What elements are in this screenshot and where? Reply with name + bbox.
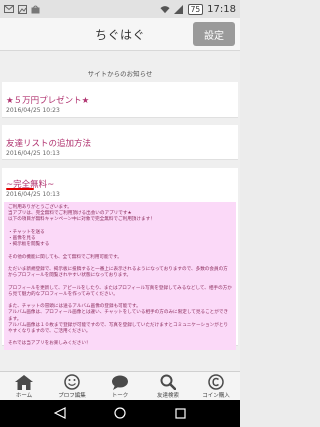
search-icon xyxy=(159,374,177,390)
nav-label: トーク xyxy=(111,393,129,399)
recents-icon[interactable] xyxy=(175,404,186,423)
chat-bubble-icon xyxy=(111,374,129,390)
home-circle-icon[interactable] xyxy=(114,404,127,423)
notice-date: 2016/04/25 10:23 xyxy=(6,107,60,114)
nav-label: コイン購入 xyxy=(202,393,230,399)
nav-label: ホーム xyxy=(15,393,33,399)
notice-item-expanded[interactable]: ~完全無料~ 2016/04/25 10:13 ご利用ありがとうございます。 当… xyxy=(2,168,238,350)
nav-friend-search[interactable]: 友達検索 xyxy=(144,372,192,400)
nav-talk[interactable]: トーク xyxy=(96,372,144,400)
notice-date: 2016/04/25 10:13 xyxy=(6,191,60,198)
nav-home[interactable]: ホーム xyxy=(0,372,48,400)
nav-label: プロフ編集 xyxy=(58,393,86,399)
home-icon xyxy=(15,374,33,390)
coin-icon xyxy=(207,374,225,390)
notice-item[interactable]: ★５万円プレゼント★ 2016/04/25 10:23 xyxy=(2,82,238,118)
status-bar: 75 17:18 xyxy=(0,0,240,18)
back-icon[interactable] xyxy=(53,404,66,423)
battery-icon: 75 xyxy=(187,3,204,15)
signal-icon xyxy=(174,4,184,14)
mail-icon xyxy=(4,4,14,14)
notice-item[interactable]: 友達リストの追加方法 2016/04/25 10:13 xyxy=(2,125,238,160)
image-icon xyxy=(17,4,27,14)
notice-date: 2016/04/25 10:13 xyxy=(6,150,60,157)
notice-title: ★５万円プレゼント★ xyxy=(6,96,90,106)
notice-title: ~完全無料~ xyxy=(6,180,55,190)
wifi-icon xyxy=(160,4,170,14)
app-header: ちぐはぐ 設定 xyxy=(0,18,240,51)
nav-coin-purchase[interactable]: コイン購入 xyxy=(192,372,240,400)
nav-profile-edit[interactable]: プロフ編集 xyxy=(48,372,96,400)
notice-title: 友達リストの追加方法 xyxy=(6,139,92,149)
section-label: サイトからのお知らせ xyxy=(87,70,153,78)
smiley-icon xyxy=(63,374,81,390)
clock: 17:18 xyxy=(207,3,236,15)
notice-list[interactable]: サイトからのお知らせ ★５万円プレゼント★ 2016/04/25 10:23 友… xyxy=(0,51,240,371)
settings-button[interactable]: 設定 xyxy=(193,22,235,46)
system-nav-bar xyxy=(0,400,240,427)
bottom-nav: ホーム プロフ編集 トーク 友達検索 コイン購入 xyxy=(0,371,240,400)
nav-label: 友達検索 xyxy=(156,393,179,399)
title-underline xyxy=(6,188,34,190)
bag-icon xyxy=(30,4,40,14)
notice-body: ご利用ありがとうございます。 当アプリは、完全無料でご利用頂ける出会いのアプリで… xyxy=(4,202,236,350)
